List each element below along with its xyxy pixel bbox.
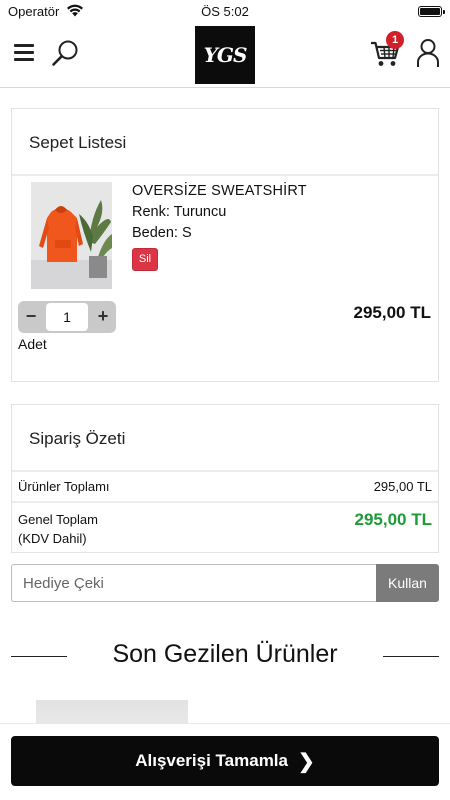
gift-voucher-row: Kullan [11,564,439,602]
divider [12,470,438,472]
checkout-label: Alışverişi Tamamla [135,751,288,770]
quantity-label: Adet [18,336,47,352]
cart-list-card: Sepet Listesi OVERSİZE SWEATSHİRT Renk: … [11,108,439,382]
quantity-value[interactable]: 1 [46,303,88,331]
recently-viewed-title: Son Gezilen Ürünler [112,640,338,668]
item-price: 295,00 TL [353,303,432,322]
recently-viewed-header: Son Gezilen Ürünler [0,638,450,674]
grand-total-label-line1: Genel Toplam [18,512,98,527]
checkout-button[interactable]: Alışverişi Tamamla ❯ [11,736,439,786]
logo-text: YGS [203,43,248,67]
app-header: YGS 1 [0,22,450,88]
subtotal-value: 295,00 TL [373,479,432,494]
cart-count-badge: 1 [386,31,404,49]
divider [383,656,439,657]
subtotal-label: Ürünler Toplamı [18,479,110,494]
chevron-right-icon: ❯ [298,750,315,773]
product-photo-illustration [31,182,112,289]
divider [12,174,438,176]
order-summary-card: Sipariş Özeti Ürünler Toplamı 295,00 TL … [11,404,439,553]
increase-quantity-button[interactable]: + [90,301,116,333]
product-color: Renk: Turuncu [132,204,227,220]
brand-logo[interactable]: YGS [195,26,255,84]
grand-total-label: Genel Toplam (KDV Dahil) [18,510,98,548]
product-name[interactable]: OVERSİZE SWEATSHİRT [132,183,307,199]
cart-list-title: Sepet Listesi [29,133,127,152]
status-bar: Operatör ÖS 5:02 [0,0,450,22]
grand-total-label-line2: (KDV Dahil) [18,531,87,546]
battery-icon [418,6,445,17]
quantity-stepper: − 1 + [18,301,116,333]
apply-voucher-button[interactable]: Kullan [376,564,439,602]
search-icon[interactable] [50,38,80,68]
user-icon[interactable] [416,38,440,68]
product-image[interactable] [31,182,112,289]
divider [12,501,438,503]
product-size: Beden: S [132,225,192,241]
gift-voucher-input[interactable] [11,564,377,602]
delete-item-button[interactable]: Sil [132,248,158,271]
checkout-bar: Alışverişi Tamamla ❯ [0,723,450,800]
clock: ÖS 5:02 [201,4,249,19]
hamburger-menu-icon[interactable] [14,44,34,62]
decrease-quantity-button[interactable]: − [18,301,44,333]
order-summary-title: Sipariş Özeti [29,429,126,448]
grand-total-value: 295,00 TL [354,510,433,529]
